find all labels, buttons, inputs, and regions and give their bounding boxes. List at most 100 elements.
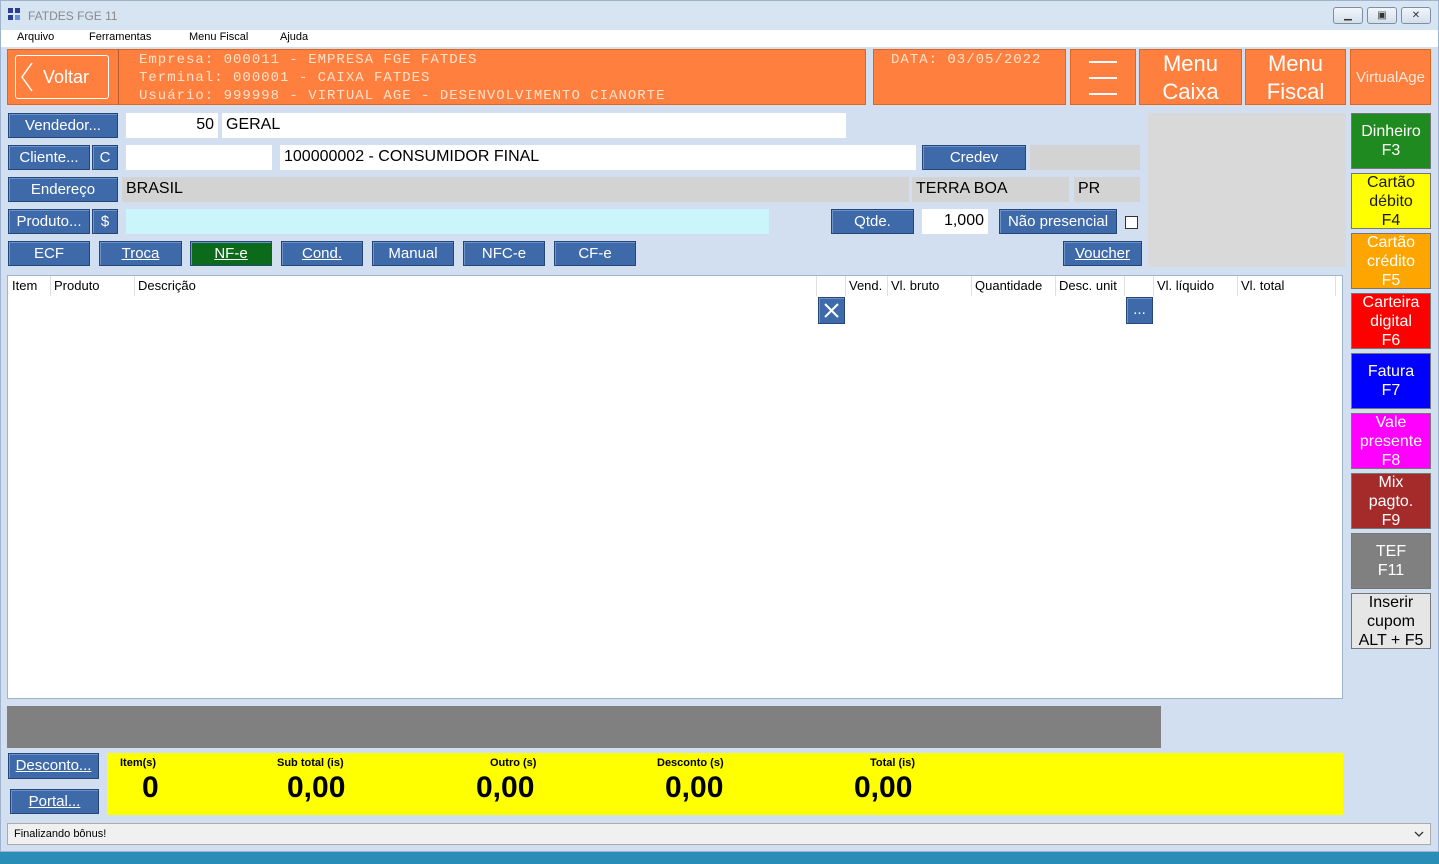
status-text: Finalizando bônus! — [14, 828, 107, 840]
produto-button[interactable]: Produto... — [8, 209, 90, 234]
empresa-text: Empresa: 000011 - EMPRESA FGE FATDES — [139, 52, 478, 68]
nao-presencial-button[interactable]: Não presencial — [999, 209, 1117, 234]
credev-button[interactable]: Credev — [922, 145, 1026, 170]
troca-button[interactable]: Troca — [99, 241, 182, 266]
col-quantidade: Quantidade — [975, 278, 1043, 293]
chevron-left-icon — [21, 62, 33, 92]
hamburger-menu-button[interactable] — [1070, 49, 1136, 105]
pay-carteira-digital-button[interactable]: Carteira digital F6 — [1351, 293, 1431, 349]
product-image-panel — [1148, 113, 1346, 267]
outro-value: 0,00 — [476, 771, 535, 804]
subtotal-value: 0,00 — [287, 771, 346, 804]
col-produto: Produto — [54, 278, 100, 293]
pay-fatura-button[interactable]: Fatura F7 — [1351, 353, 1431, 409]
terminal-text: Terminal: 000001 - CAIXA FATDES — [139, 70, 431, 86]
desconto-total-label: Desconto (s) — [657, 757, 724, 769]
payment-label-line: F8 — [1381, 451, 1401, 469]
back-label: Voltar — [42, 66, 90, 87]
menu-fiscal-button[interactable]: Menu Fiscal — [1245, 49, 1346, 105]
payment-label-line: F6 — [1381, 331, 1401, 349]
menu-fiscal-line2: Fiscal — [1266, 79, 1325, 104]
pay-tef-button[interactable]: TEF F11 — [1351, 533, 1431, 589]
produto-input[interactable] — [126, 209, 769, 234]
payment-label-line: ALT + F5 — [1358, 631, 1424, 649]
back-button[interactable]: Voltar — [15, 55, 109, 99]
payment-label: Fatura F7 — [1368, 362, 1414, 400]
vendedor-button[interactable]: Vendedor... — [8, 113, 118, 138]
vendedor-name-field: GERAL — [222, 113, 846, 138]
endereco-button[interactable]: Endereço — [8, 177, 118, 202]
menu-arquivo[interactable]: Arquivo — [17, 31, 54, 43]
more-options-button[interactable]: ... — [1126, 297, 1153, 324]
nfce-button[interactable]: NFC-e — [463, 241, 545, 266]
menu-caixa-line2: Caixa — [1162, 79, 1219, 104]
subtotal-label: Sub total (is) — [277, 757, 344, 769]
payment-label: Cartão débito F4 — [1367, 173, 1415, 230]
payment-label-line: débito — [1369, 192, 1413, 210]
pay-mix-pagto-button[interactable]: Mix pagto. F9 — [1351, 473, 1431, 529]
payment-label-line: Carteira — [1362, 293, 1420, 311]
app-window: FATDES FGE 11 ▁ ▣ ✕ Arquivo Ferramentas … — [0, 0, 1439, 852]
close-window-button[interactable]: ✕ — [1401, 7, 1431, 24]
message-panel — [7, 706, 1161, 748]
hamburger-icon — [1089, 61, 1117, 95]
qtde-input[interactable]: 1,000 — [922, 209, 988, 234]
cliente-button[interactable]: Cliente... — [8, 145, 90, 170]
payment-label-line: F9 — [1381, 511, 1401, 529]
usuario-text: Usuário: 999998 - VIRTUAL AGE - DESENVOL… — [139, 88, 666, 104]
payment-label-line: Cartão — [1366, 173, 1416, 191]
portal-button[interactable]: Portal... — [10, 789, 99, 814]
payment-label-line: pagto. — [1368, 492, 1414, 510]
manual-button[interactable]: Manual — [372, 241, 454, 266]
menu-fiscal[interactable]: Menu Fiscal — [189, 31, 248, 43]
grand-total-value: 0,00 — [854, 771, 913, 804]
price-button[interactable]: $ — [92, 209, 118, 234]
remove-item-button[interactable] — [818, 297, 845, 324]
col-vend: Vend. — [849, 278, 883, 293]
uf-field: PR — [1074, 177, 1140, 202]
items-grid[interactable]: Item Produto Descrição Vend. Vl. bruto Q… — [7, 275, 1343, 699]
payment-label-line: TEF — [1375, 543, 1407, 560]
col-vl-bruto: Vl. bruto — [891, 278, 940, 293]
menu-ajuda[interactable]: Ajuda — [280, 31, 308, 43]
nao-presencial-checkbox[interactable] — [1125, 216, 1138, 229]
cidade-field: TERRA BOA — [912, 177, 1069, 202]
col-desc-unit: Desc. unit — [1059, 278, 1117, 293]
inserir-cupom-button[interactable]: Inserir cupom ALT + F5 — [1351, 593, 1431, 649]
minimize-button[interactable]: ▁ — [1333, 7, 1363, 24]
date-text: DATA: 03/05/2022 — [891, 52, 1042, 68]
window-title: FATDES FGE 11 — [28, 9, 118, 23]
voucher-button[interactable]: Voucher — [1063, 241, 1142, 266]
cond-button[interactable]: Cond. — [281, 241, 363, 266]
col-descricao: Descrição — [138, 278, 196, 293]
menu-ferramentas[interactable]: Ferramentas — [89, 31, 151, 43]
total-items-label: Item(s) — [120, 757, 157, 769]
pay-dinheiro-button[interactable]: Dinheiro F3 — [1351, 113, 1431, 169]
payment-label-line: Inserir — [1368, 593, 1414, 611]
payment-label-line: Dinheiro — [1361, 123, 1421, 140]
restore-button[interactable]: ▣ — [1367, 7, 1397, 24]
menu-caixa-button[interactable]: Menu Caixa — [1139, 49, 1242, 105]
ecf-button[interactable]: ECF — [8, 241, 90, 266]
payment-label-line: F7 — [1381, 382, 1401, 399]
totals-panel: Item(s) 0 Sub total (is) 0,00 Outro (s) … — [107, 753, 1343, 815]
pay-cartao-debito-button[interactable]: Cartão débito F4 — [1351, 173, 1431, 229]
pay-vale-presente-button[interactable]: Vale presente F8 — [1351, 413, 1431, 469]
payment-label-line: F3 — [1381, 142, 1401, 159]
nfe-button[interactable]: NF-e — [190, 241, 272, 266]
cliente-c-button[interactable]: C — [92, 145, 118, 170]
payment-label-line: Cartão — [1366, 233, 1416, 251]
payment-label: Mix pagto. F9 — [1369, 473, 1413, 530]
pay-cartao-credito-button[interactable]: Cartão crédito F5 — [1351, 233, 1431, 289]
cliente-code-field[interactable] — [126, 145, 272, 170]
desconto-total-value: 0,00 — [665, 771, 724, 804]
brand-logo: VirtualAge — [1350, 49, 1431, 105]
cfe-button[interactable]: CF-e — [554, 241, 636, 266]
payment-label-line: presente — [1359, 432, 1423, 450]
status-combobox[interactable]: Finalizando bônus! — [7, 823, 1431, 845]
col-vl-liquido: Vl. líquido — [1157, 278, 1215, 293]
payment-label-line: digital — [1370, 312, 1412, 330]
vendedor-code-field[interactable]: 50 — [126, 113, 218, 138]
desconto-button[interactable]: Desconto... — [8, 753, 99, 779]
qtde-button[interactable]: Qtde. — [831, 209, 914, 234]
